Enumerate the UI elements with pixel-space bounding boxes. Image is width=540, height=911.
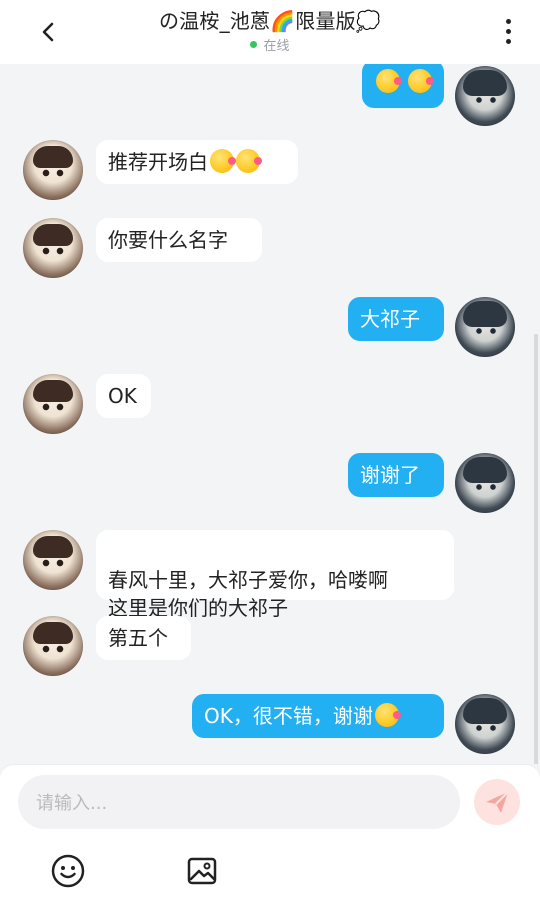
message-text: 春风十里，大祁子爱你，哈喽啊 这里是你们的大祁子 bbox=[108, 568, 388, 620]
more-options-button[interactable] bbox=[498, 14, 518, 48]
chat-header: の温桉_池蒽🌈限量版💭 在线 bbox=[0, 0, 540, 64]
message-bubble-incoming[interactable]: 第五个 bbox=[96, 616, 191, 660]
message-input[interactable]: 请输入... bbox=[18, 775, 460, 829]
message-bubble-outgoing[interactable]: OK，很不错，谢谢 bbox=[192, 694, 444, 738]
message-text: 推荐开场白 bbox=[108, 150, 208, 174]
avatar[interactable] bbox=[23, 530, 83, 590]
input-placeholder: 请输入... bbox=[36, 793, 108, 814]
image-button[interactable] bbox=[182, 851, 222, 891]
emoji-icon bbox=[374, 703, 401, 727]
message-bubble-incoming[interactable]: 你要什么名字 bbox=[96, 218, 262, 262]
message-bubble-outgoing[interactable]: 谢谢了 bbox=[348, 453, 444, 497]
emoji-button[interactable] bbox=[48, 851, 88, 891]
paper-plane-icon bbox=[486, 791, 509, 813]
emoji-icon bbox=[408, 69, 435, 93]
more-dot-icon bbox=[505, 38, 511, 44]
avatar[interactable] bbox=[455, 453, 515, 513]
message-text: 第五个 bbox=[108, 626, 168, 650]
avatar[interactable] bbox=[455, 66, 515, 126]
more-dot-icon bbox=[505, 18, 511, 24]
emoji-icon bbox=[236, 149, 262, 173]
avatar[interactable] bbox=[23, 616, 83, 676]
online-status: 在线 bbox=[0, 35, 540, 54]
avatar[interactable] bbox=[23, 140, 83, 200]
avatar[interactable] bbox=[23, 374, 83, 434]
message-text: 你要什么名字 bbox=[108, 228, 228, 252]
message-text: OK，很不错，谢谢 bbox=[204, 704, 373, 728]
online-dot-icon bbox=[250, 41, 258, 48]
message-bubble-incoming[interactable]: OK bbox=[96, 374, 151, 418]
online-status-text: 在线 bbox=[263, 39, 290, 54]
emoji-icon bbox=[210, 149, 236, 173]
emoji-icon bbox=[376, 69, 402, 93]
avatar[interactable] bbox=[455, 694, 515, 754]
send-button[interactable] bbox=[474, 779, 520, 825]
composer: 请输入... bbox=[0, 765, 540, 911]
message-bubble-incoming[interactable]: 春风十里，大祁子爱你，哈喽啊 这里是你们的大祁子 bbox=[96, 530, 454, 620]
avatar[interactable] bbox=[23, 218, 83, 278]
message-text: 大祁子 bbox=[360, 307, 420, 331]
scrollbar[interactable] bbox=[534, 334, 538, 764]
more-dot-icon bbox=[505, 28, 511, 34]
message-bubble-outgoing[interactable]: 大祁子 bbox=[348, 297, 444, 341]
message-text: OK bbox=[108, 384, 137, 408]
image-icon bbox=[187, 857, 217, 885]
message-text: 谢谢了 bbox=[360, 463, 420, 487]
message-list[interactable]: 推荐开场白 你要什么名字 大祁子 OK 谢谢了 春风十里，大祁子爱你，哈喽啊 这… bbox=[0, 64, 540, 764]
smiley-icon bbox=[51, 854, 85, 888]
message-bubble-incoming[interactable]: 推荐开场白 bbox=[96, 140, 298, 184]
avatar[interactable] bbox=[455, 297, 515, 357]
chat-title: の温桉_池蒽🌈限量版💭 bbox=[158, 9, 381, 33]
message-bubble-outgoing[interactable] bbox=[362, 64, 444, 108]
